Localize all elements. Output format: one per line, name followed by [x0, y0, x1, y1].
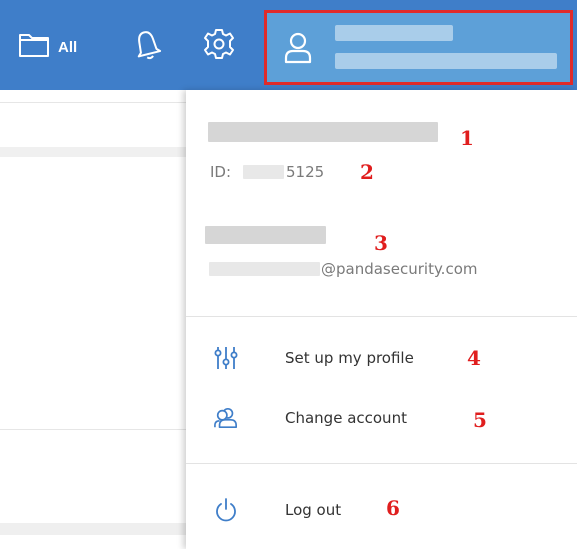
notifications-button[interactable] [130, 28, 164, 64]
setup-profile-label: Set up my profile [285, 349, 414, 367]
power-icon [214, 498, 238, 522]
separator [186, 316, 577, 317]
callout-3: 3 [374, 231, 388, 255]
callout-4: 4 [467, 346, 481, 370]
redacted-email-prefix [209, 262, 320, 276]
redacted-user-name [205, 226, 326, 244]
callout-2: 2 [360, 160, 374, 184]
change-account-label: Change account [285, 409, 407, 427]
redacted-id [243, 165, 284, 179]
gear-icon [202, 27, 236, 65]
callout-6: 6 [386, 496, 400, 520]
callout-5: 5 [473, 408, 487, 432]
setup-profile-menu-item[interactable]: Set up my profile [186, 335, 577, 381]
email-suffix: @pandasecurity.com [321, 260, 478, 278]
redacted-username [335, 25, 453, 41]
user-icon [284, 32, 312, 68]
all-folders-button[interactable]: All [18, 30, 77, 64]
redacted-full-name [208, 122, 438, 142]
logout-label: Log out [285, 501, 342, 519]
top-bar: All [0, 0, 577, 90]
divider [0, 523, 186, 535]
callout-1: 1 [460, 126, 474, 150]
redacted-company [335, 53, 557, 69]
client-id-suffix: 5125 [286, 163, 325, 181]
divider [0, 147, 186, 157]
change-account-menu-item[interactable]: Change account [186, 395, 577, 441]
users-icon [214, 406, 238, 430]
divider [0, 102, 186, 103]
background-page [0, 90, 186, 549]
user-account-button[interactable] [264, 10, 573, 85]
settings-button[interactable] [201, 28, 237, 64]
folder-icon [18, 32, 50, 62]
separator [186, 463, 577, 464]
divider [0, 429, 186, 430]
logout-menu-item[interactable]: Log out [186, 487, 577, 533]
bell-icon [132, 27, 162, 65]
all-folders-label: All [58, 38, 78, 56]
account-dropdown: 1 ID: 5125 2 3 @pandasecurity.com Set up… [186, 90, 577, 549]
client-id-label: ID: [210, 163, 232, 181]
sliders-icon [214, 346, 238, 370]
